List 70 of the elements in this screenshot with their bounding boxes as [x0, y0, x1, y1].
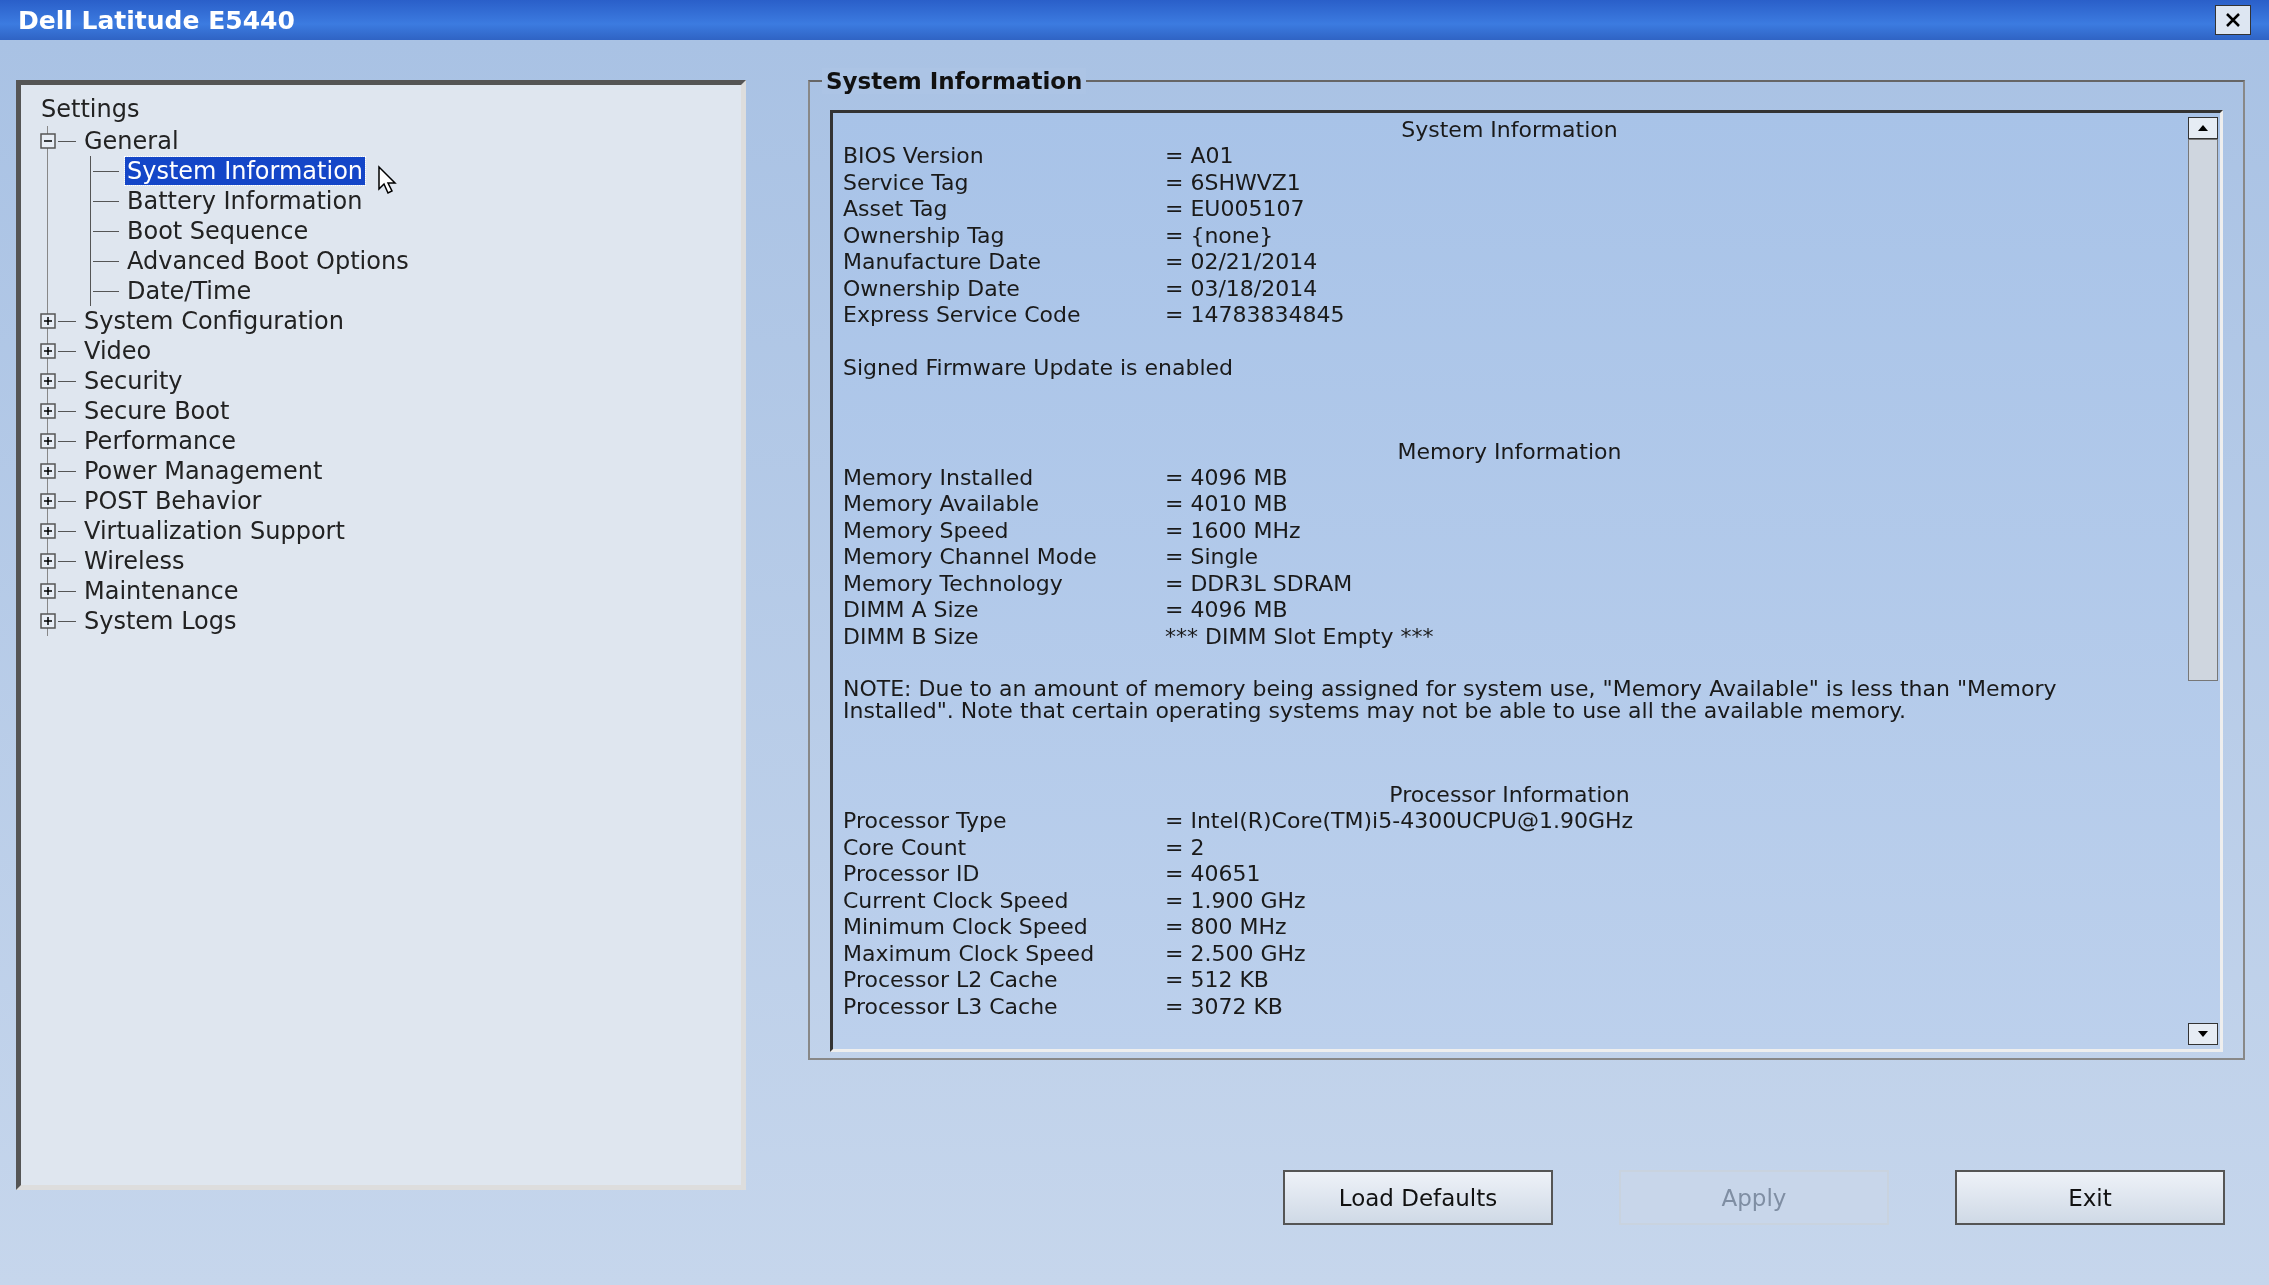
info-label: Asset Tag — [843, 196, 949, 223]
tree-item[interactable]: Power Management — [82, 457, 325, 485]
tree-item[interactable]: Secure Boot — [82, 397, 232, 425]
info-label: Ownership Date — [843, 275, 1021, 302]
tree-item[interactable]: Advanced Boot Options — [125, 247, 411, 275]
info-label: Processor L3 Cache — [843, 993, 1059, 1020]
info-value: = 512 KB — [1165, 967, 1269, 994]
info-value: = EU005107 — [1165, 196, 1305, 223]
info-label: Maximum Clock Speed — [843, 940, 1096, 967]
info-label: Memory Available — [843, 491, 1041, 518]
info-label: Processor L2 Cache — [843, 967, 1059, 994]
section-heading: Memory Information — [1396, 438, 1623, 465]
tree-item[interactable]: Wireless — [82, 547, 187, 575]
info-value: = 800 MHz — [1165, 914, 1287, 941]
info-note: NOTE: Due to an amount of memory being assigned for system use, "Memory Available" is less than "Memory Installed". Note that certain operating systems may not be able to use all the available memory. — [843, 678, 2058, 722]
info-label: Memory Installed — [843, 464, 1035, 491]
info-label: Memory Technology — [843, 570, 1064, 597]
tree-item[interactable]: Security — [82, 367, 185, 395]
tree-item[interactable]: Boot Sequence — [125, 217, 311, 245]
info-value: = 2 — [1165, 834, 1205, 861]
info-label: Service Tag — [843, 169, 970, 196]
info-value: = Intel(R)Core(TM)i5-4300UCPU@1.90GHz — [1165, 808, 1634, 835]
info-label: Memory Channel Mode — [843, 544, 1098, 571]
info-value: = 40651 — [1165, 861, 1261, 888]
info-value: = 02/21/2014 — [1165, 249, 1318, 276]
group-title: System Information — [822, 68, 1087, 94]
tree-item[interactable]: System Logs — [82, 607, 239, 635]
tree-item[interactable]: Performance — [82, 427, 239, 455]
info-label: DIMM A Size — [843, 597, 980, 624]
section-heading: System Information — [1400, 117, 1619, 143]
info-label: DIMM B Size — [843, 623, 980, 650]
window-title: Dell Latitude E5440 — [18, 5, 295, 35]
tree-item[interactable]: Maintenance — [82, 577, 241, 605]
info-value: = 2.500 GHz — [1165, 940, 1306, 967]
info-label: Core Count — [843, 834, 968, 861]
tree-item[interactable]: Virtualization Support — [82, 517, 347, 545]
info-value: = 1.900 GHz — [1165, 887, 1306, 914]
info-label: Express Service Code — [843, 302, 1082, 329]
section-heading: Processor Information — [1388, 782, 1631, 808]
info-value: = 4010 MB — [1165, 491, 1288, 518]
tree-item[interactable]: POST Behavior — [82, 487, 264, 515]
action-button[interactable]: Load Defaults — [1283, 1170, 1553, 1225]
info-value: = 6SHWVZ1 — [1165, 169, 1301, 196]
info-note: Signed Firmware Update is enabled — [843, 356, 1235, 379]
info-value: = 1600 MHz — [1165, 517, 1301, 544]
info-label: Processor Type — [843, 808, 1008, 835]
info-label: Current Clock Speed — [843, 887, 1070, 914]
info-value: = DDR3L SDRAM — [1165, 570, 1353, 597]
info-label: BIOS Version — [843, 143, 985, 170]
info-label: Memory Speed — [843, 517, 1010, 544]
tree-item[interactable]: Battery Information — [125, 187, 365, 215]
tree-item[interactable]: Video — [82, 337, 154, 365]
info-value: = {none} — [1165, 222, 1274, 249]
info-label: Minimum Clock Speed — [843, 914, 1089, 941]
tree-root: Settings — [41, 95, 141, 123]
info-value: = 3072 KB — [1165, 993, 1283, 1020]
info-value: = 03/18/2014 — [1165, 275, 1318, 302]
tree-item[interactable]: Date/Time — [125, 277, 254, 305]
action-button[interactable]: Exit — [1955, 1170, 2225, 1225]
info-value: *** DIMM Slot Empty *** — [1165, 623, 1434, 650]
tree-item[interactable]: System Configuration — [82, 307, 346, 335]
info-value: = 4096 MB — [1165, 464, 1288, 491]
tree-item[interactable]: General — [82, 127, 181, 155]
info-label: Ownership Tag — [843, 222, 1006, 249]
info-value: = 4096 MB — [1165, 597, 1288, 624]
info-value: = A01 — [1165, 143, 1234, 170]
info-value: = Single — [1165, 544, 1259, 571]
info-label: Processor ID — [843, 861, 981, 888]
info-label: Manufacture Date — [843, 249, 1042, 276]
info-value: = 14783834845 — [1165, 302, 1345, 329]
